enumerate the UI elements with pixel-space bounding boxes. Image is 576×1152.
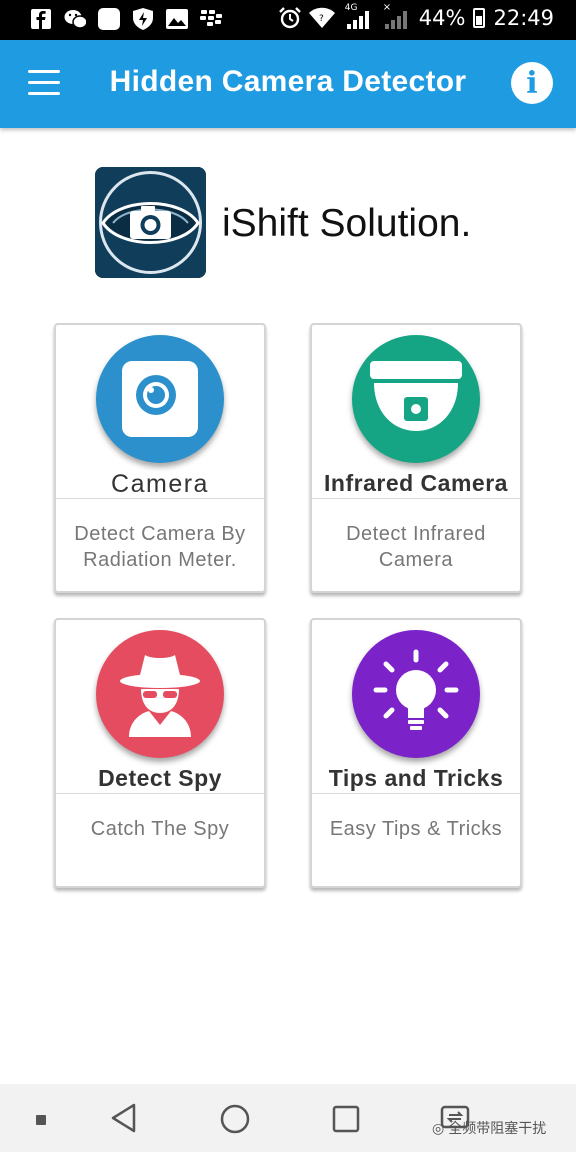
watermark-text: 全频带阻塞干扰 [448, 1121, 547, 1137]
tips-and-tricks-card[interactable]: Tips and Tricks Easy Tips & Tricks [310, 618, 522, 888]
battery-percent: 44% [418, 6, 466, 30]
camera-icon [96, 335, 224, 463]
app-bar: Hidden Camera Detector i [0, 40, 576, 128]
infrared-camera-card[interactable]: Infrared Camera Detect Infrared Camera [310, 323, 522, 593]
card-title: Tips and Tricks [328, 765, 504, 791]
system-status: ? 4G × 44% 22:49 [278, 2, 554, 30]
signal-icon: 4G [343, 3, 373, 29]
back-icon[interactable] [110, 1103, 138, 1138]
spy-icon [96, 630, 224, 758]
wechat-icon [64, 8, 86, 30]
gallery-icon [166, 8, 188, 30]
wechat-watermark-icon: ◎ [432, 1121, 445, 1137]
eye-camera-logo-icon [95, 167, 206, 278]
battery-icon [473, 8, 486, 28]
card-title: Detect Spy [98, 765, 222, 791]
wifi-icon: ? [308, 7, 335, 28]
recents-icon[interactable] [332, 1105, 360, 1138]
card-divider [312, 498, 520, 499]
app-icon [98, 8, 120, 30]
card-description: Easy Tips & Tricks [329, 818, 503, 840]
notification-icons [30, 8, 222, 30]
home-icon[interactable] [220, 1104, 250, 1139]
card-divider [312, 793, 520, 794]
bbm-icon [200, 8, 222, 30]
camera-card[interactable]: Camera Detect Camera By Radiation Meter. [54, 323, 266, 593]
info-icon[interactable]: i [511, 62, 553, 104]
alarm-icon [278, 7, 301, 29]
card-description: Detect Infrared Camera [346, 523, 486, 571]
dome-camera-icon [352, 335, 480, 463]
svg-text:?: ? [319, 14, 324, 24]
card-description: Detect Camera By Radiation Meter. [74, 523, 246, 571]
lightbulb-icon [352, 630, 480, 758]
app-title: Hidden Camera Detector [109, 65, 467, 98]
card-title: Camera [111, 470, 209, 498]
card-divider [56, 498, 264, 499]
facebook-icon [30, 8, 52, 30]
status-bar: ? 4G × 44% 22:49 [0, 0, 576, 40]
signal-x-icon: × [381, 2, 411, 29]
card-description: Catch The Spy [90, 818, 230, 840]
card-divider [56, 793, 264, 794]
company-name: iShift Solution. [222, 202, 472, 245]
detect-spy-card[interactable]: Detect Spy Catch The Spy [54, 618, 266, 888]
info-glyph: i [526, 65, 538, 101]
clock: 22:49 [493, 6, 554, 30]
watermark: ◎ 全频带阻塞干扰 [432, 1118, 546, 1138]
small-square-icon[interactable] [35, 1113, 47, 1131]
shield-icon [132, 8, 154, 30]
card-title: Infrared Camera [324, 470, 508, 496]
